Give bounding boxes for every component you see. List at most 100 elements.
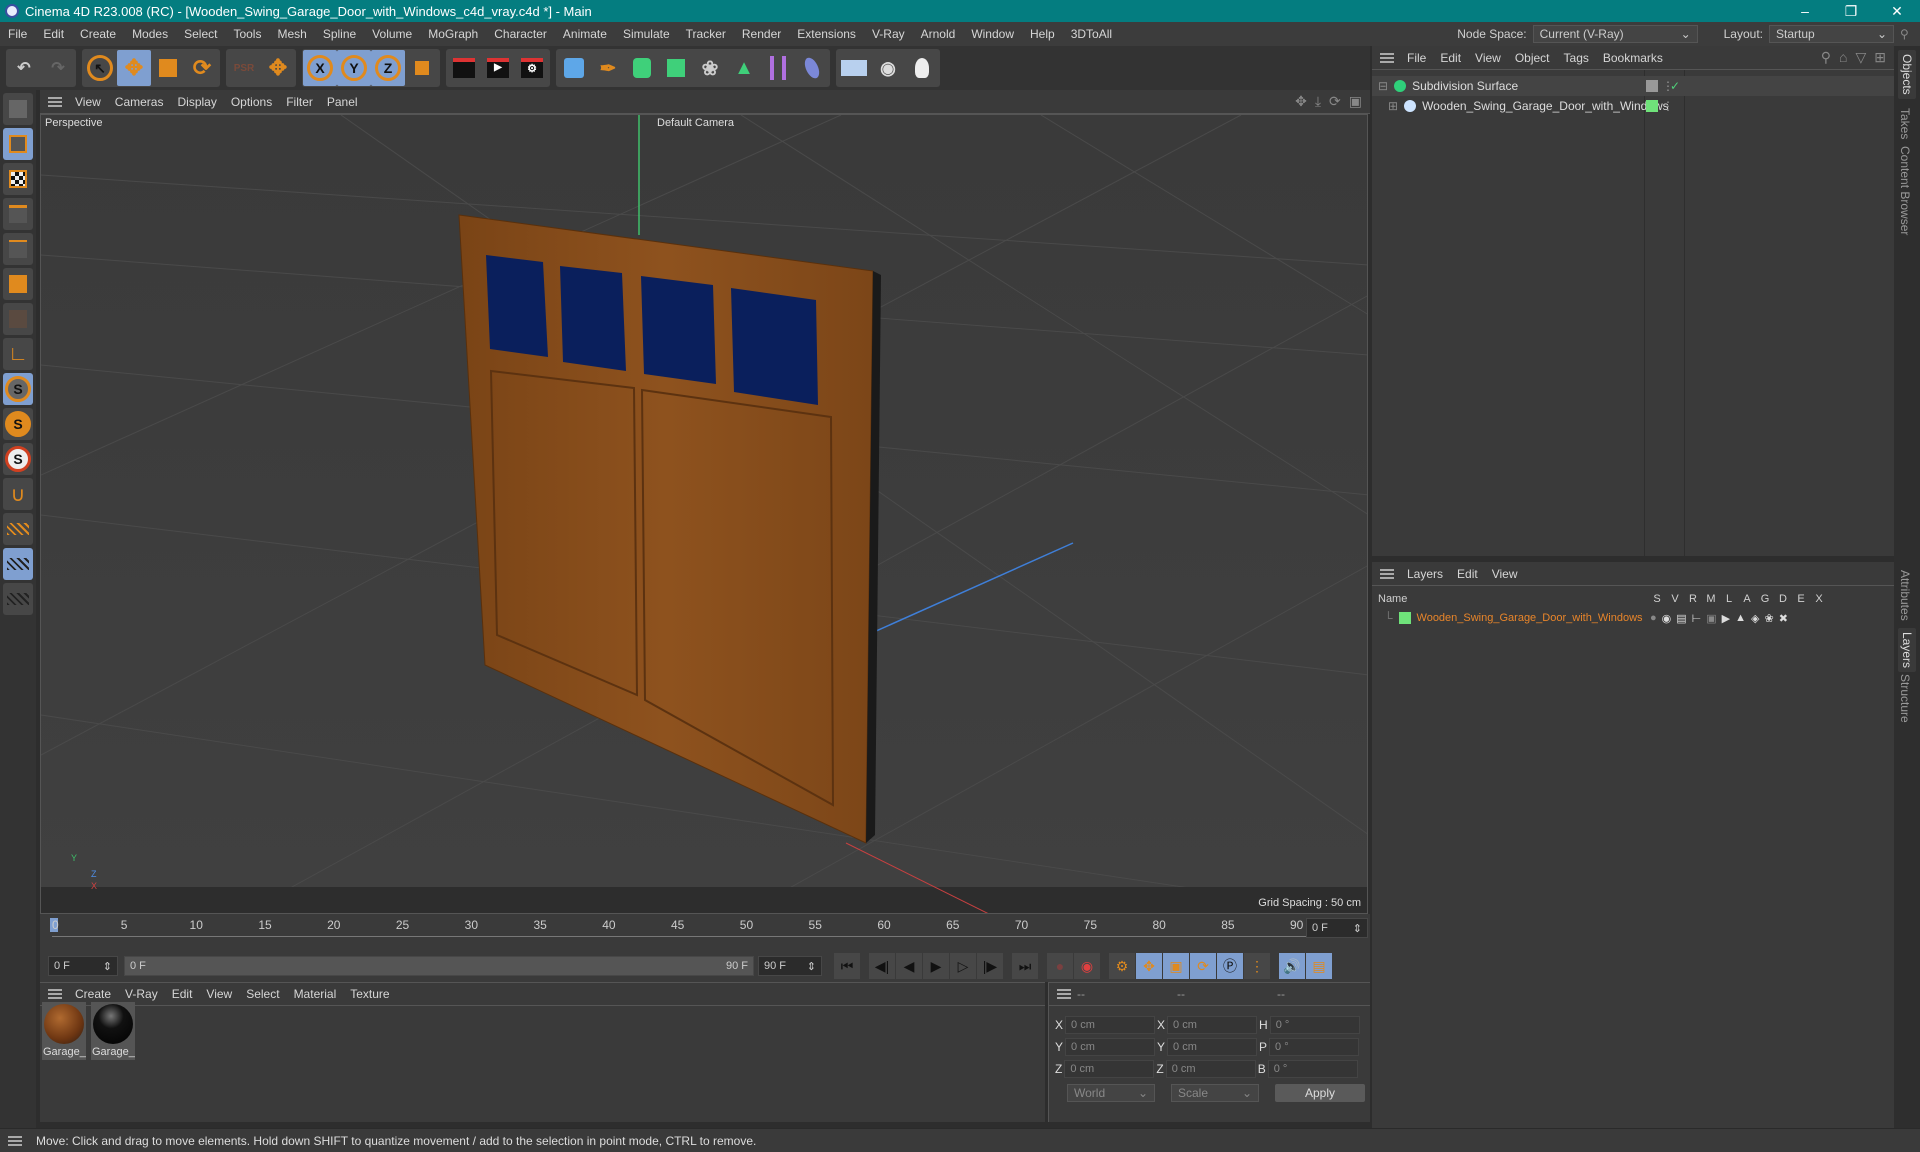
texture-mode-icon[interactable]: [3, 163, 33, 195]
tab-content-browser[interactable]: Content Browser: [1898, 146, 1912, 235]
object-row-door[interactable]: ⊞ Wooden_Swing_Garage_Door_with_Windows …: [1372, 96, 1894, 116]
layer-column-header[interactable]: E: [1792, 593, 1810, 605]
restore-button[interactable]: ❐: [1828, 0, 1874, 22]
mat-menu-texture[interactable]: Texture: [343, 987, 396, 1001]
tab-layers[interactable]: Layers: [1898, 628, 1916, 673]
obj-menu-bookmarks[interactable]: Bookmarks: [1596, 51, 1670, 65]
position-y-field[interactable]: 0 cm: [1065, 1038, 1156, 1056]
layer-name[interactable]: Wooden_Swing_Garage_Door_with_Windows: [1417, 612, 1643, 624]
home-icon[interactable]: ⌂: [1839, 49, 1847, 66]
rotation-h-field[interactable]: 0 °: [1269, 1016, 1360, 1034]
position-z-field[interactable]: 0 cm: [1064, 1060, 1155, 1078]
go-to-start-icon[interactable]: ⏮: [834, 953, 860, 979]
viewport-menu-filter[interactable]: Filter: [279, 95, 320, 109]
sound-icon[interactable]: 🔊: [1279, 953, 1305, 979]
viewport-menu-cameras[interactable]: Cameras: [108, 95, 171, 109]
play-icon[interactable]: ▶: [923, 953, 949, 979]
key-scale-icon[interactable]: ▣: [1163, 953, 1189, 979]
menu-arnold[interactable]: Arnold: [913, 27, 964, 41]
render-icon[interactable]: ▤: [1676, 612, 1686, 625]
render-view-icon[interactable]: [447, 50, 481, 86]
points-mode-icon[interactable]: [3, 198, 33, 230]
coord-mode-select[interactable]: World ⌄: [1067, 1084, 1155, 1102]
axis-mode-icon[interactable]: ∟: [3, 338, 33, 370]
redo-icon[interactable]: ↷: [41, 50, 75, 86]
size-y-field[interactable]: 0 cm: [1167, 1038, 1258, 1056]
minimize-button[interactable]: –: [1782, 0, 1828, 22]
coord-type-select[interactable]: Scale ⌄: [1171, 1084, 1259, 1102]
camera-label[interactable]: Default Camera: [657, 117, 734, 129]
search-icon[interactable]: ⚲: [1900, 27, 1920, 41]
rotate-icon[interactable]: ⟳: [185, 50, 219, 86]
key-rotation-icon[interactable]: ⟳: [1190, 953, 1216, 979]
collapse-icon[interactable]: ⊟: [1378, 79, 1388, 93]
generators-icon[interactable]: ▲: [1735, 612, 1746, 625]
menu-simulate[interactable]: Simulate: [615, 27, 678, 41]
menu-mesh[interactable]: Mesh: [269, 27, 314, 41]
tab-takes[interactable]: Takes: [1898, 108, 1912, 139]
menu-vray[interactable]: V-Ray: [864, 27, 913, 41]
workplane-icon[interactable]: [3, 513, 33, 545]
maximize-view-icon[interactable]: ▣: [1349, 93, 1362, 110]
layer-column-header[interactable]: G: [1756, 593, 1774, 605]
x-axis-icon[interactable]: X: [303, 50, 337, 86]
workplane-align-icon[interactable]: [3, 583, 33, 615]
size-z-field[interactable]: 0 cm: [1165, 1060, 1256, 1078]
current-frame-field[interactable]: 0 F ⇕: [1306, 918, 1368, 938]
key-position-icon[interactable]: ✥: [1136, 953, 1162, 979]
polygons-mode-icon[interactable]: [3, 268, 33, 300]
object-name[interactable]: Wooden_Swing_Garage_Door_with_Windows: [1422, 99, 1669, 113]
viewport-3d[interactable]: Perspective Default Camera Grid Spacing …: [40, 114, 1368, 914]
undo-icon[interactable]: ↶: [7, 50, 41, 86]
obj-menu-file[interactable]: File: [1400, 51, 1433, 65]
material-icon[interactable]: [795, 50, 829, 86]
make-editable-icon[interactable]: [3, 93, 33, 125]
viewport-menu-view[interactable]: View: [68, 95, 108, 109]
apply-button[interactable]: Apply: [1275, 1084, 1365, 1102]
hamburger-icon[interactable]: [48, 989, 62, 999]
object-row-subdivision[interactable]: ⊟ Subdivision Surface ⋮ ✓: [1372, 76, 1894, 96]
menu-file[interactable]: File: [0, 27, 35, 41]
orbit-view-icon[interactable]: ⟳: [1329, 93, 1341, 110]
subdivision-icon[interactable]: [625, 50, 659, 86]
hamburger-icon[interactable]: [1380, 52, 1394, 63]
floor-icon[interactable]: [837, 50, 871, 86]
tab-attributes[interactable]: Attributes: [1898, 570, 1912, 621]
select-arrow-icon[interactable]: ↖: [83, 50, 117, 86]
lock-icon[interactable]: ▣: [1706, 612, 1716, 625]
tab-structure[interactable]: Structure: [1898, 674, 1912, 723]
deformers-icon[interactable]: ◈: [1751, 612, 1759, 625]
psr-icon[interactable]: PSR: [227, 50, 261, 86]
layer-menu-edit[interactable]: Edit: [1450, 567, 1485, 581]
viewport-menu-options[interactable]: Options: [224, 95, 279, 109]
close-button[interactable]: ✕: [1874, 0, 1920, 22]
go-to-end-icon[interactable]: ⏭: [1012, 953, 1038, 979]
obj-menu-object[interactable]: Object: [1508, 51, 1557, 65]
search-icon[interactable]: ⚲: [1821, 49, 1831, 66]
start-frame-field[interactable]: 0 F ⇕: [48, 956, 118, 976]
layer-color-icon[interactable]: [1398, 612, 1411, 624]
obj-menu-tags[interactable]: Tags: [1557, 51, 1596, 65]
previous-key-icon[interactable]: ◀|: [869, 953, 895, 979]
menu-tracker[interactable]: Tracker: [678, 27, 734, 41]
layer-column-header[interactable]: X: [1810, 593, 1828, 605]
autokey-icon[interactable]: ◉: [1074, 953, 1100, 979]
move-axis-icon[interactable]: ✥: [261, 50, 295, 86]
next-key-icon[interactable]: |▶: [977, 953, 1003, 979]
menu-edit[interactable]: Edit: [35, 27, 72, 41]
manager-icon[interactable]: ⊢: [1692, 612, 1702, 625]
mat-menu-view[interactable]: View: [199, 987, 239, 1001]
scale-icon[interactable]: [151, 50, 185, 86]
snap-settings-icon[interactable]: S: [3, 443, 33, 475]
hamburger-icon[interactable]: [1057, 989, 1071, 999]
pan-view-icon[interactable]: ✥: [1295, 93, 1307, 110]
snap-icon[interactable]: S: [3, 373, 33, 405]
material-swatch[interactable]: Garage_: [42, 1002, 86, 1060]
tab-objects[interactable]: Objects: [1898, 50, 1916, 99]
expand-icon[interactable]: ⊞: [1388, 99, 1398, 113]
timeline-ruler[interactable]: 0 5 10 15 20 25 30 35 40 45 50 55 60 65 70 75 80 85 90 0 F…: [40, 914, 1370, 950]
uvw-mode-icon[interactable]: [3, 303, 33, 335]
frame-range-slider[interactable]: 0 F 90 F: [124, 956, 754, 976]
mat-menu-material[interactable]: Material: [287, 987, 344, 1001]
end-frame-field[interactable]: 90 F ⇕: [758, 956, 822, 976]
